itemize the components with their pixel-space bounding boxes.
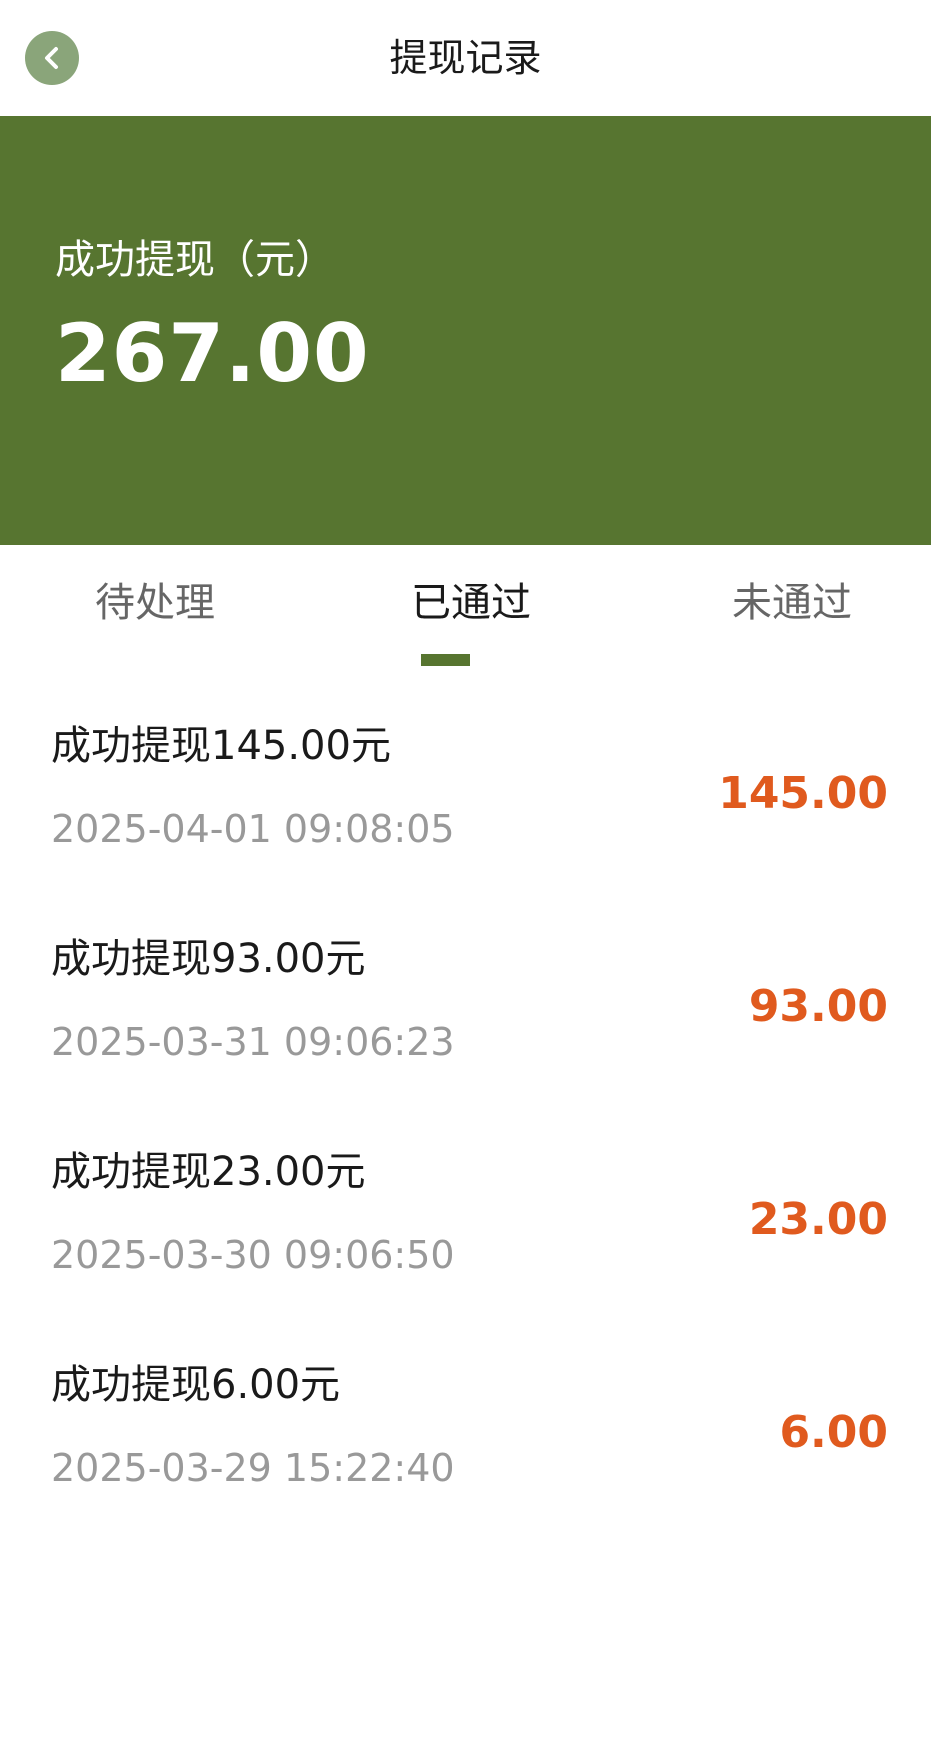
withdrawal-list: 成功提现145.00元 2025-04-01 09:08:05 145.00 成…: [0, 690, 931, 1542]
record-time: 2025-03-31 09:06:23: [51, 1020, 455, 1064]
record-time: 2025-04-01 09:08:05: [51, 807, 455, 851]
record-amount: 145.00: [718, 768, 888, 819]
list-item[interactable]: 成功提现145.00元 2025-04-01 09:08:05 145.00: [0, 690, 931, 903]
summary-label: 成功提现（元）: [55, 237, 335, 283]
list-item[interactable]: 成功提现23.00元 2025-03-30 09:06:50 23.00: [0, 1116, 931, 1329]
tab-approved[interactable]: 已通过: [316, 577, 626, 629]
active-tab-indicator: [421, 654, 470, 666]
summary-amount: 267.00: [55, 307, 370, 400]
record-title: 成功提现145.00元: [51, 723, 391, 769]
record-amount: 6.00: [779, 1407, 888, 1458]
record-amount: 23.00: [748, 1194, 888, 1245]
record-amount: 93.00: [748, 981, 888, 1032]
top-bar: 提现记录: [0, 0, 931, 116]
record-title: 成功提现93.00元: [51, 936, 366, 982]
tab-pending[interactable]: 待处理: [0, 577, 310, 629]
record-title: 成功提现6.00元: [51, 1362, 341, 1408]
summary-banner: 成功提现（元） 267.00: [0, 116, 931, 545]
page-title: 提现记录: [389, 36, 542, 80]
tab-rejected[interactable]: 未通过: [637, 577, 931, 629]
list-item[interactable]: 成功提现6.00元 2025-03-29 15:22:40 6.00: [0, 1329, 931, 1542]
record-time: 2025-03-30 09:06:50: [51, 1233, 455, 1277]
record-time: 2025-03-29 15:22:40: [51, 1446, 455, 1490]
status-tabs: 待处理 已通过 未通过: [0, 545, 931, 675]
record-title: 成功提现23.00元: [51, 1149, 366, 1195]
list-item[interactable]: 成功提现93.00元 2025-03-31 09:06:23 93.00: [0, 903, 931, 1116]
